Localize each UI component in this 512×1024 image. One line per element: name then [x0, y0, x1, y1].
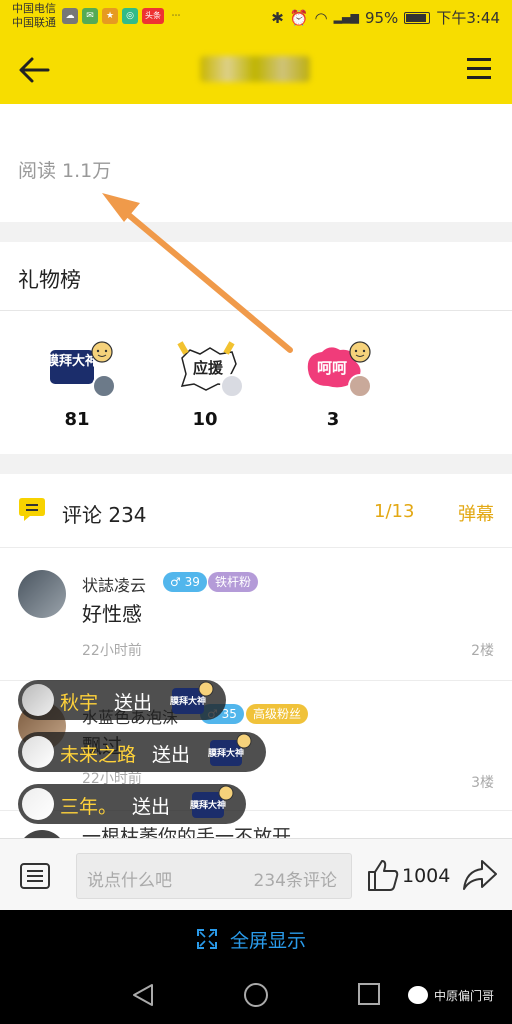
gift-giver-avatar	[348, 374, 372, 398]
nav-home-icon[interactable]	[244, 983, 268, 1007]
avatar[interactable]	[18, 570, 66, 618]
divider	[0, 310, 512, 311]
danmu-sender: 秋宇	[60, 692, 99, 714]
bottom-bar: 说点什么吧 234条评论 1004	[0, 838, 512, 910]
comment-input[interactable]: 说点什么吧 234条评论	[76, 853, 352, 899]
clock: 下午3:44	[436, 9, 500, 27]
app-icon: ★	[102, 8, 118, 24]
avatar[interactable]	[18, 830, 66, 838]
browser-icon: ◎	[122, 8, 138, 24]
gift-badge-icon: 膜拜大神	[208, 733, 252, 766]
danmu-action: 送出	[152, 744, 191, 766]
comments-title: 评论 234	[62, 503, 147, 527]
gift-count: 3	[326, 409, 340, 430]
gift-item[interactable]: 应援 10	[168, 334, 258, 434]
more-icon: ⋯	[171, 11, 181, 21]
blurred-title	[200, 56, 310, 82]
avatar	[22, 736, 54, 768]
share-icon[interactable]	[462, 859, 498, 891]
comment-text: 好性感	[82, 602, 142, 626]
danmu-sender: 未来之路	[60, 744, 137, 766]
danmu-action: 送出	[132, 796, 171, 818]
gift-badge-icon: 膜拜大神	[190, 785, 234, 818]
comment-author[interactable]: 状誌凌云	[82, 572, 146, 596]
system-nav-bar: 中原偏门哥	[0, 966, 512, 1024]
gift-badge-label-1: 膜拜大神	[46, 353, 98, 369]
comments-page[interactable]: 1/13	[374, 501, 414, 522]
nav-recent-icon[interactable]	[358, 983, 380, 1005]
fullscreen-label[interactable]: 全屏显示	[230, 926, 306, 953]
danmu-pill: 未来之路 送出 膜拜大神	[18, 732, 266, 772]
comment-count: 234条评论	[253, 871, 337, 891]
gift-badge-label-2: 应援	[193, 359, 224, 377]
gift-count: 81	[64, 409, 90, 430]
carrier-info: 中国电信 中国联通	[12, 2, 56, 30]
comments-header: 评论 234 1/13 弹幕	[0, 474, 512, 548]
watermark-text: 中原偏门哥	[434, 988, 495, 1003]
alarm-icon: ⏰	[289, 8, 309, 27]
list-icon[interactable]	[20, 863, 50, 889]
avatar	[22, 788, 54, 820]
menu-icon[interactable]	[464, 54, 494, 84]
danmu-gift-label: 膜拜大神	[170, 695, 206, 707]
read-section: 阅读 1.1万	[0, 104, 512, 222]
gift-count: 10	[192, 409, 218, 430]
nav-back-icon[interactable]	[132, 983, 154, 1007]
danmu-action: 送出	[114, 692, 153, 714]
comment-floor: 3楼	[471, 775, 494, 791]
avatar	[22, 684, 54, 716]
fan-badge: 铁杆粉	[208, 572, 259, 592]
gift-item[interactable]: 呵呵 3	[296, 334, 386, 434]
comment-floor: 2楼	[471, 643, 494, 659]
watermark: 中原偏门哥	[408, 986, 494, 1004]
read-count: 阅读 1.1万	[18, 160, 112, 182]
battery-percent: 95%	[364, 8, 399, 27]
danmu-gift-label: 膜拜大神	[208, 747, 244, 759]
notification-icons: ☁ ✉ ★ ◎ 头条 ⋯	[62, 8, 184, 24]
toutiao-icon: 头条	[142, 8, 164, 24]
wechat-icon: ✉	[82, 8, 98, 24]
like-count: 1004	[402, 865, 451, 887]
gift-giver-avatar	[92, 374, 116, 398]
danmu-sender: 三年。	[60, 796, 118, 818]
fan-badge: 高级粉丝	[246, 704, 309, 724]
comment-bubble-icon	[19, 498, 45, 521]
battery-icon	[404, 11, 431, 24]
gift-badge-icon: 膜拜大神	[170, 681, 214, 714]
fullscreen-icon	[197, 929, 217, 949]
gift-board-title: 礼物榜	[18, 268, 81, 292]
gift-giver-avatar	[220, 374, 244, 398]
gender-level-badge: ♂ 39	[163, 572, 207, 592]
bluetooth-icon: ✱	[271, 8, 284, 27]
status-right: ✱ ⏰ ◠ ▂▄▆ 95% 下午3:44	[271, 7, 500, 28]
danmu-pill: 秋宇 送出 膜拜大神	[18, 680, 226, 720]
carrier-2: 中国联通	[12, 16, 56, 29]
cloud-icon: ☁	[62, 8, 78, 24]
status-bar: 中国电信 中国联通 ☁ ✉ ★ ◎ 头条 ⋯ ✱ ⏰ ◠ ▂▄▆ 95% 下午3…	[0, 0, 512, 34]
gift-badge-label-3: 呵呵	[317, 359, 347, 377]
wechat-logo-icon	[408, 986, 428, 1004]
danmu-gift-label: 膜拜大神	[190, 799, 226, 811]
input-placeholder: 说点什么吧	[87, 871, 172, 891]
comment-time: 22小时前	[82, 643, 142, 659]
danmu-toggle[interactable]: 弹幕	[458, 500, 494, 526]
thumbs-up-icon[interactable]	[366, 858, 400, 892]
fullscreen-bar[interactable]: 全屏显示	[0, 910, 512, 966]
gift-board: 礼物榜 膜拜大神 81 应援 10 呵呵 3	[0, 242, 512, 454]
app-bar	[0, 34, 512, 104]
carrier-1: 中国电信	[12, 2, 56, 15]
gift-item[interactable]: 膜拜大神 81	[40, 334, 130, 434]
wifi-icon: ◠	[314, 8, 328, 27]
back-arrow-icon[interactable]	[16, 52, 52, 88]
comment-author[interactable]: 一根枯萎你的手一不放开	[82, 822, 291, 838]
comment-item[interactable]: 状誌凌云 ♂ 39 铁杆粉 好性感 22小时前 2楼	[0, 548, 512, 680]
danmu-pill: 三年。 送出 膜拜大神	[18, 784, 246, 824]
signal-icon: ▂▄▆	[333, 11, 359, 24]
